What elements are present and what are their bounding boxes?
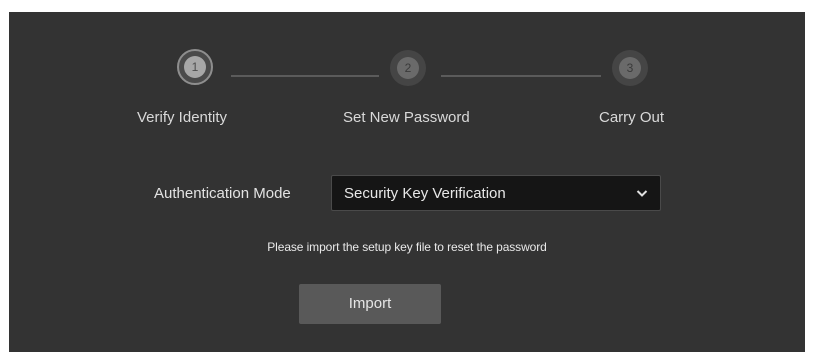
authentication-mode-value: Security Key Verification — [344, 185, 506, 202]
step-connector-1-2 — [231, 75, 379, 77]
step-2-number: 2 — [397, 57, 419, 79]
step-1-indicator: 1 — [177, 49, 213, 85]
authentication-mode-label: Authentication Mode — [154, 185, 291, 202]
import-hint-text: Please import the setup key file to rese… — [267, 240, 547, 254]
step-2-label: Set New Password — [343, 109, 470, 126]
authentication-mode-select[interactable]: Security Key Verification — [331, 175, 661, 211]
step-2-indicator: 2 — [390, 50, 426, 86]
step-3-label: Carry Out — [599, 109, 665, 126]
import-button[interactable]: Import — [299, 284, 441, 324]
step-3-number: 3 — [619, 57, 641, 79]
step-1-label: Verify Identity — [137, 109, 228, 126]
chevron-down-icon — [636, 190, 648, 197]
step-3-indicator: 3 — [612, 50, 648, 86]
step-connector-2-3 — [441, 75, 601, 77]
step-1-number: 1 — [184, 56, 206, 78]
